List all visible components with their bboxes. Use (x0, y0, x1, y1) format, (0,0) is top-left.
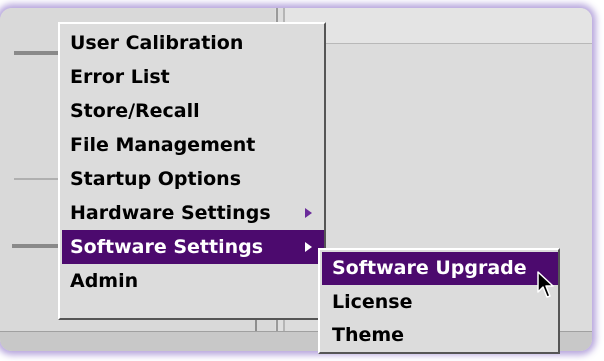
chevron-right-icon (305, 242, 312, 252)
submenu-item-label: Theme (332, 324, 405, 346)
submenu-item-license[interactable]: License (322, 286, 558, 319)
menu-item-label: Store/Recall (70, 100, 200, 122)
mouse-pointer-icon (537, 271, 554, 298)
menu-item-user-calibration[interactable]: User Calibration (62, 26, 324, 60)
submenu-item-software-upgrade[interactable]: Software Upgrade (322, 252, 558, 285)
menu-item-label: Startup Options (70, 168, 242, 190)
menu-item-hardware-settings[interactable]: Hardware Settings (62, 196, 324, 230)
menu-item-label: Error List (70, 66, 170, 88)
menu-item-store-recall[interactable]: Store/Recall (62, 94, 324, 128)
menu-item-label: User Calibration (70, 32, 244, 54)
submenu-item-theme[interactable]: Theme (322, 319, 558, 352)
menu-item-admin[interactable]: Admin (62, 264, 324, 298)
main-menu: User Calibration Error List Store/Recall… (58, 22, 326, 320)
menu-item-software-settings[interactable]: Software Settings (62, 230, 324, 264)
menu-item-error-list[interactable]: Error List (62, 60, 324, 94)
menu-item-startup-options[interactable]: Startup Options (62, 162, 324, 196)
menu-item-file-management[interactable]: File Management (62, 128, 324, 162)
menu-item-label: Hardware Settings (70, 202, 271, 224)
menu-item-label: Admin (70, 270, 139, 292)
software-settings-submenu: Software Upgrade License Theme (318, 248, 560, 354)
chevron-right-icon (305, 208, 312, 218)
left-pane-tick (14, 51, 60, 55)
menu-item-label: Software Settings (70, 236, 264, 258)
menu-item-label: File Management (70, 134, 256, 156)
submenu-item-label: License (332, 291, 413, 313)
submenu-item-label: Software Upgrade (332, 257, 527, 279)
left-pane-tick-lower (12, 244, 60, 248)
left-pane-separator (14, 178, 60, 180)
right-pane-header (285, 8, 592, 44)
